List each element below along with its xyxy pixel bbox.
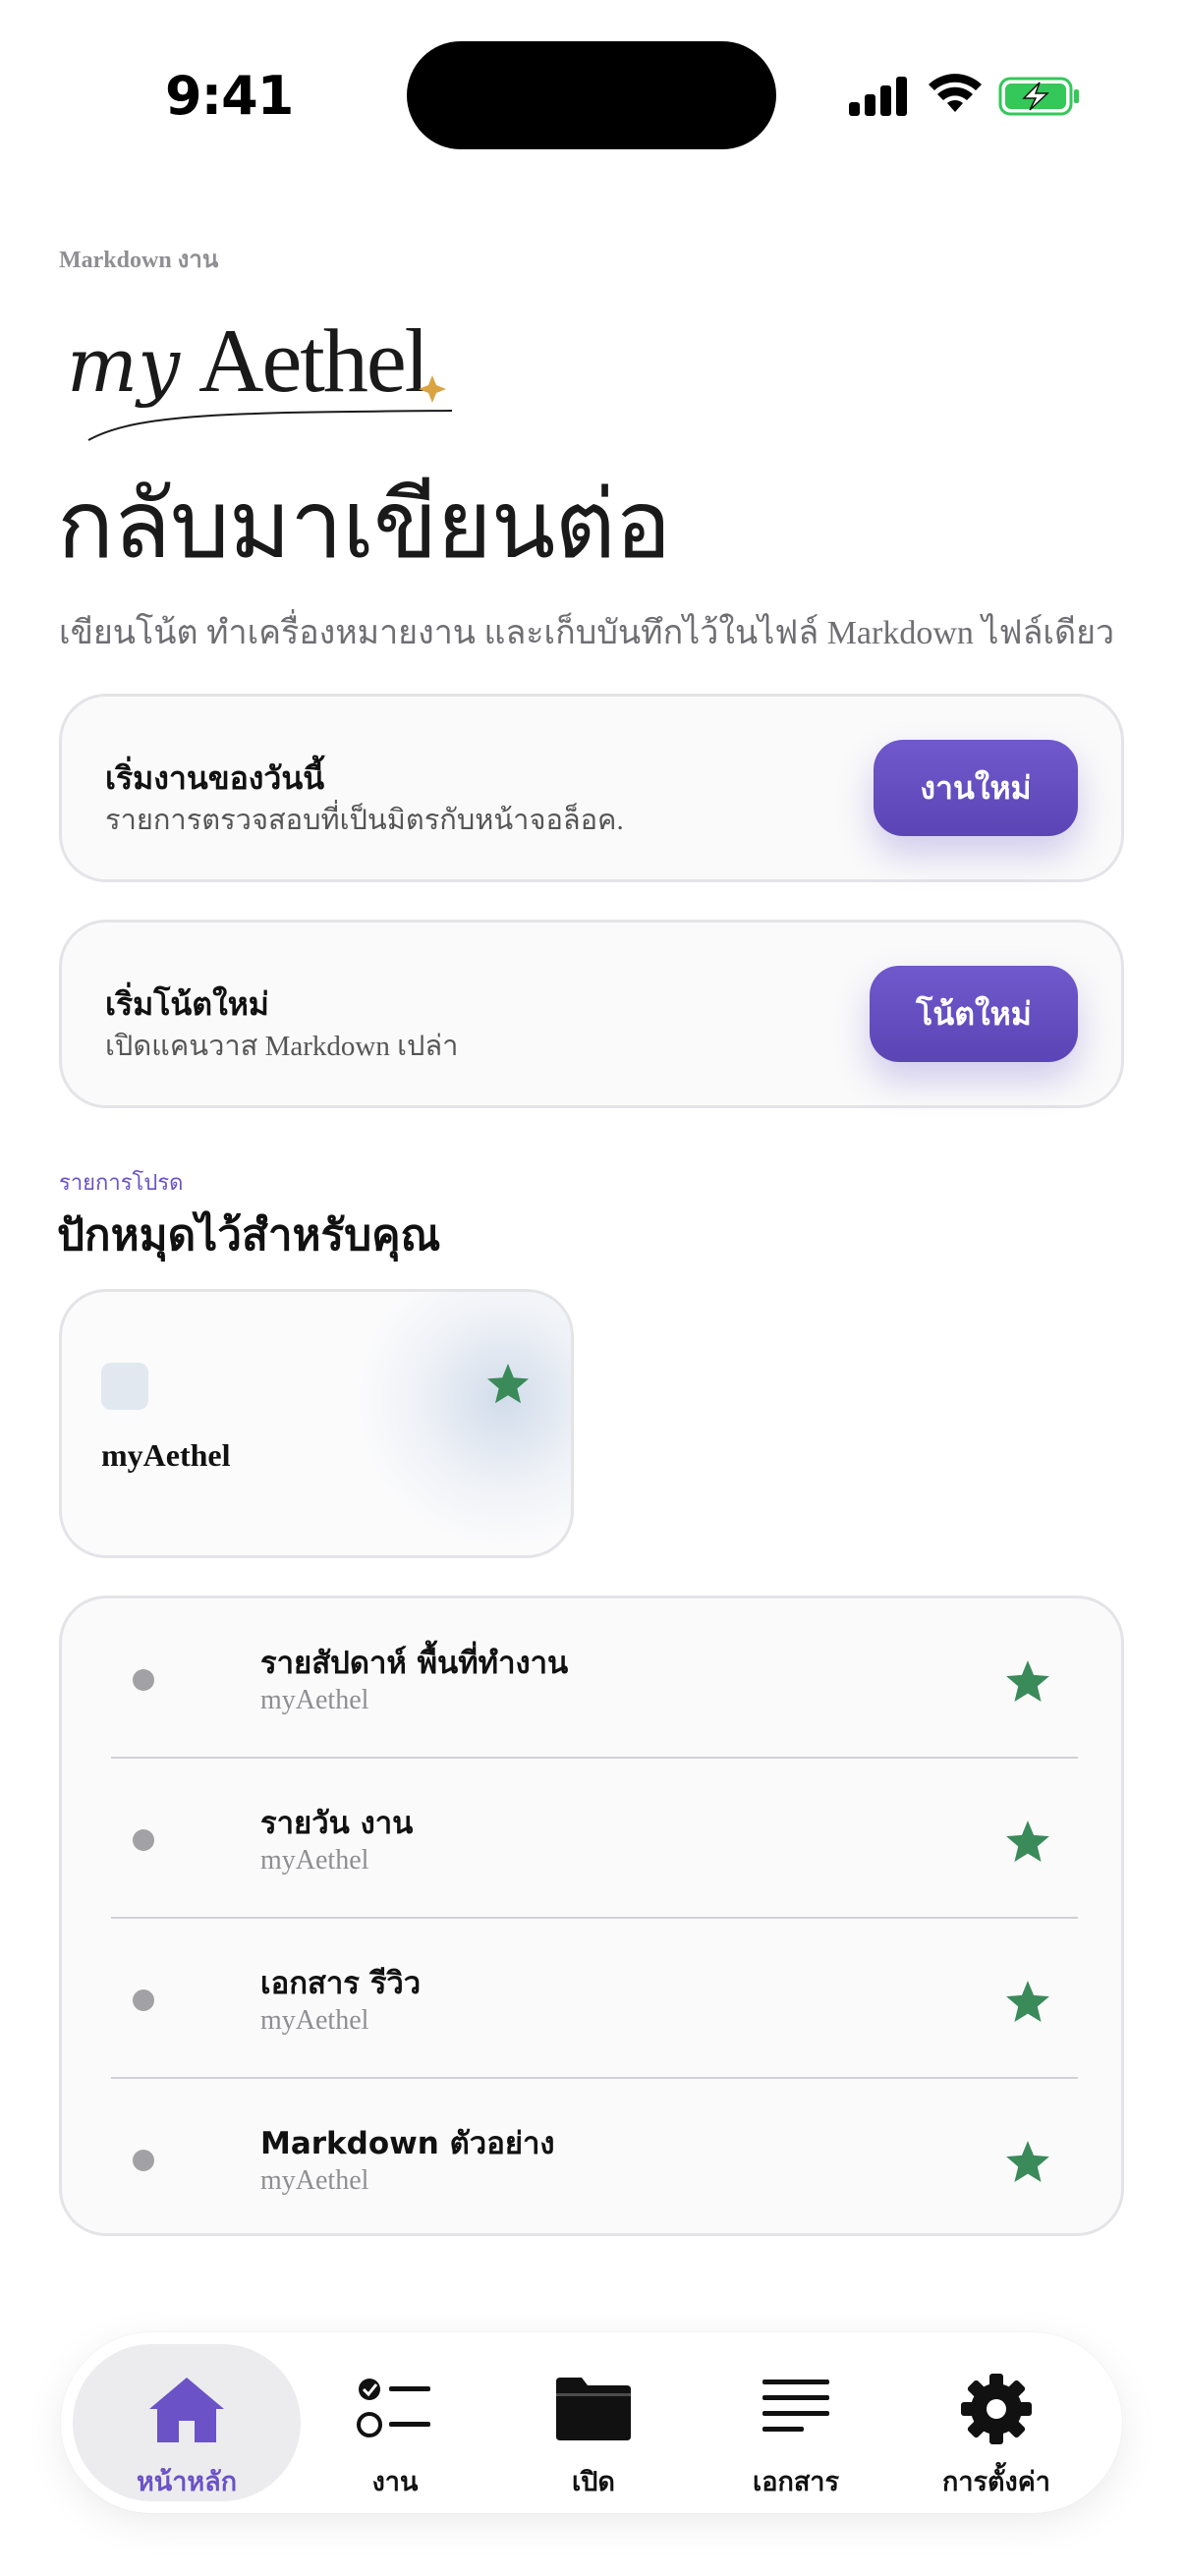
- list-item-title: รายวัน งาน: [260, 1806, 414, 1841]
- list-item-subtitle: myAethel: [260, 2165, 369, 2196]
- status-bar: 9:41: [0, 0, 1185, 187]
- card-subtitle: รายการตรวจสอบที่เป็นมิตรกับหน้าจอล็อค.: [105, 805, 624, 836]
- list-item-title: รายสัปดาห์ พื้นที่ทำงาน: [260, 1646, 569, 1681]
- star-icon[interactable]: [1003, 2138, 1052, 2187]
- bullet-dot: [133, 1989, 154, 2011]
- app-eyebrow: Markdown งาน: [59, 248, 219, 273]
- tab-open[interactable]: เปิด: [480, 2344, 707, 2501]
- tab-documents[interactable]: เอกสาร: [682, 2344, 910, 2501]
- new-task-button[interactable]: งานใหม่: [874, 740, 1078, 836]
- pinned-thumbnail: [101, 1363, 148, 1410]
- dynamic-island: [407, 41, 776, 149]
- pinned-card[interactable]: myAethel: [59, 1289, 574, 1558]
- tab-label: การตั้งค่า: [942, 2467, 1050, 2497]
- bullet-dot: [133, 1669, 154, 1691]
- list-item[interactable]: Markdown ตัวอย่าง myAethel: [111, 2079, 1078, 2239]
- tab-label: หน้าหลัก: [136, 2467, 238, 2497]
- list-item-subtitle: myAethel: [260, 2005, 369, 2036]
- text-lines-icon: [762, 2380, 829, 2432]
- list-item-subtitle: myAethel: [260, 1845, 369, 1876]
- list-item[interactable]: รายสัปดาห์ พื้นที่ทำงาน myAethel: [111, 1598, 1078, 1759]
- tab-label: เอกสาร: [753, 2467, 839, 2497]
- status-time: 9:41: [165, 65, 294, 127]
- app-logo: my Aethel: [67, 310, 453, 441]
- home-icon: [149, 2378, 224, 2442]
- tab-label: เปิด: [572, 2467, 615, 2497]
- tab-home[interactable]: หน้าหลัก: [73, 2344, 301, 2501]
- battery-charging-icon: [998, 77, 1079, 116]
- list-item[interactable]: รายวัน งาน myAethel: [111, 1759, 1078, 1919]
- bullet-dot: [133, 2150, 154, 2171]
- page-subtitle: เขียนโน้ต ทำเครื่องหมายงาน และเก็บบันทึก…: [59, 615, 1115, 651]
- card-glow: [357, 1292, 571, 1547]
- list-item[interactable]: เอกสาร รีวิว myAethel: [111, 1919, 1078, 2079]
- gear-icon: [961, 2374, 1032, 2444]
- favorites-title: ปักหมุดไว้สำหรับคุณ: [57, 1210, 441, 1260]
- tab-settings[interactable]: การตั้งค่า: [882, 2344, 1110, 2501]
- list-item-title: เอกสาร รีวิว: [260, 1966, 422, 2001]
- star-icon[interactable]: [1003, 1818, 1052, 1867]
- svg-text:Aethel: Aethel: [198, 310, 428, 411]
- page-title: กลับมาเขียนต่อ: [57, 470, 671, 580]
- wifi-icon: [929, 74, 982, 112]
- new-note-button[interactable]: โน้ตใหม่: [870, 966, 1078, 1062]
- favorites-eyebrow: รายการโปรด: [59, 1171, 184, 1196]
- tab-bar: หน้าหลัก งาน เปิด เอกสาร การตั้งค่า: [61, 2332, 1122, 2513]
- bullet-dot: [133, 1829, 154, 1851]
- today-tasks-card: เริ่มงานของวันนี้ รายการตรวจสอบที่เป็นมิ…: [59, 694, 1124, 882]
- pinned-label: myAethel: [101, 1437, 231, 1473]
- svg-text:my: my: [67, 321, 181, 409]
- star-icon[interactable]: [1003, 1978, 1052, 2027]
- list-item-title: Markdown ตัวอย่าง: [260, 2126, 555, 2161]
- cellular-signal-icon: [849, 75, 908, 116]
- star-icon[interactable]: [1003, 1657, 1052, 1707]
- card-subtitle: เปิดแคนวาส Markdown เปล่า: [105, 1031, 459, 1062]
- tab-label: งาน: [371, 2467, 419, 2497]
- tab-tasks[interactable]: งาน: [281, 2344, 509, 2501]
- documents-list: รายสัปดาห์ พื้นที่ทำงาน myAethel รายวัน …: [59, 1596, 1124, 2236]
- star-icon[interactable]: [484, 1361, 532, 1408]
- new-note-card: เริ่มโน้ตใหม่ เปิดแคนวาส Markdown เปล่า …: [59, 920, 1124, 1108]
- folder-icon: [556, 2378, 631, 2440]
- checklist-icon: [357, 2379, 430, 2437]
- list-item-subtitle: myAethel: [260, 1685, 369, 1715]
